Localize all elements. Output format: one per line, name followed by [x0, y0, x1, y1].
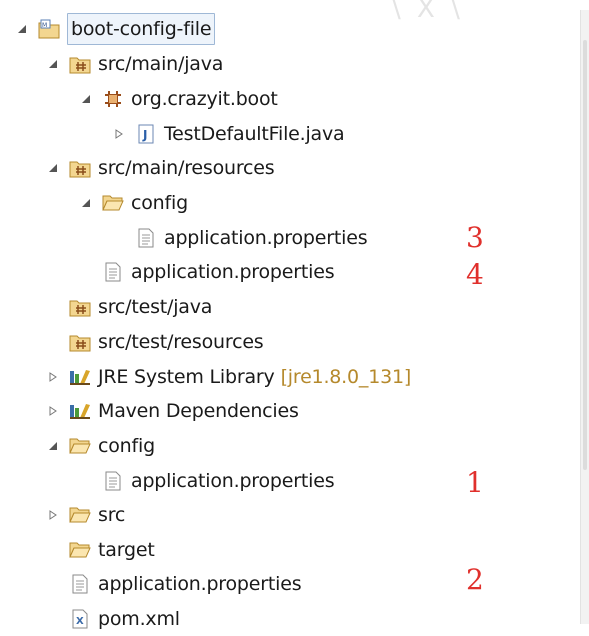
source-folder-icon [69, 53, 91, 75]
tree-item-root-config-folder[interactable]: config [46, 429, 155, 463]
annotation-number: 2 [466, 563, 484, 596]
tree-item-label: application.properties [131, 261, 335, 283]
tree-item-label: pom.xml [98, 608, 180, 630]
properties-file-icon [102, 470, 124, 492]
expanded-arrow-icon[interactable] [46, 57, 60, 71]
tree-item-label: target [98, 539, 155, 561]
scrollbar-thumb[interactable] [583, 40, 587, 470]
tree-item-label: application.properties [131, 470, 335, 492]
collapsed-arrow-icon[interactable] [46, 508, 60, 522]
source-folder-icon [69, 296, 91, 318]
properties-file-icon [102, 261, 124, 283]
tree-item-label: boot-config-file [67, 13, 216, 45]
tree-item-label: src [98, 504, 126, 526]
library-icon [69, 366, 91, 388]
tree-item-label: TestDefaultFile.java [164, 123, 345, 145]
annotation-number: 3 [466, 221, 484, 254]
annotation-number: 1 [466, 466, 484, 499]
svg-text:X: X [76, 616, 84, 627]
tree-item-label: src/test/java [98, 296, 213, 318]
tree-item-label: config [98, 435, 155, 457]
tree-item-pom-xml[interactable]: X pom.xml [69, 602, 180, 636]
java-file-icon: J [135, 123, 157, 145]
annotation-number: 4 [466, 258, 484, 291]
tree-item-resources-config-properties[interactable]: application.properties [135, 221, 368, 255]
tree-item-src-test-java[interactable]: src/test/java [69, 290, 212, 324]
jre-version-decoration: [jre1.8.0_131] [280, 366, 412, 388]
collapsed-arrow-icon[interactable] [46, 404, 60, 418]
tree-item-target-folder[interactable]: target [69, 533, 155, 567]
tree-item-label: src/main/java [98, 53, 224, 75]
tree-item-label: config [131, 192, 188, 214]
collapsed-arrow-icon[interactable] [112, 127, 126, 141]
expanded-arrow-icon[interactable] [15, 22, 29, 36]
tree-item-src-folder[interactable]: src [46, 498, 125, 532]
tree-item-src-test-resources[interactable]: src/test/resources [69, 325, 264, 359]
vertical-scrollbar[interactable] [580, 10, 589, 624]
properties-file-icon [135, 227, 157, 249]
svg-text:M: M [42, 22, 47, 29]
package-icon [102, 88, 124, 110]
tree-item-java-file[interactable]: J TestDefaultFile.java [112, 117, 345, 151]
tree-item-label: Maven Dependencies [98, 400, 299, 422]
properties-file-icon [69, 573, 91, 595]
folder-icon [69, 504, 91, 526]
library-icon [69, 400, 91, 422]
maven-project-icon: M [38, 18, 60, 40]
expanded-arrow-icon[interactable] [46, 439, 60, 453]
tree-item-root-properties[interactable]: application.properties [69, 567, 302, 601]
tree-item-maven-dependencies[interactable]: Maven Dependencies [46, 394, 299, 428]
collapsed-arrow-icon[interactable] [46, 370, 60, 384]
expanded-arrow-icon[interactable] [79, 92, 93, 106]
folder-icon [102, 192, 124, 214]
tree-item-label: application.properties [98, 573, 302, 595]
tree-item-jre-library[interactable]: JRE System Library [jre1.8.0_131] [46, 360, 411, 394]
folder-icon [69, 435, 91, 457]
expanded-arrow-icon[interactable] [46, 161, 60, 175]
project-explorer-tree: M boot-config-file src/main/java org.cra… [0, 0, 578, 630]
tree-item-label: JRE System Library [98, 366, 275, 388]
xml-file-icon: X [69, 608, 91, 630]
tree-item-label: application.properties [164, 227, 368, 249]
source-folder-icon [69, 157, 91, 179]
tree-item-package[interactable]: org.crazyit.boot [79, 82, 278, 116]
folder-icon [69, 539, 91, 561]
svg-text:J: J [142, 128, 147, 142]
tree-item-src-main-resources[interactable]: src/main/resources [46, 151, 275, 185]
tree-item-label: org.crazyit.boot [131, 88, 278, 110]
tree-item-root-config-properties[interactable]: application.properties [102, 464, 335, 498]
tree-item-resources-properties[interactable]: application.properties [102, 255, 335, 289]
tree-item-project[interactable]: M boot-config-file [15, 12, 216, 46]
source-folder-icon [69, 331, 91, 353]
tree-item-src-main-java[interactable]: src/main/java [46, 47, 223, 81]
expanded-arrow-icon[interactable] [79, 196, 93, 210]
tree-item-label: src/main/resources [98, 157, 275, 179]
tree-item-resources-config-folder[interactable]: config [79, 186, 188, 220]
tree-item-label: src/test/resources [98, 331, 264, 353]
